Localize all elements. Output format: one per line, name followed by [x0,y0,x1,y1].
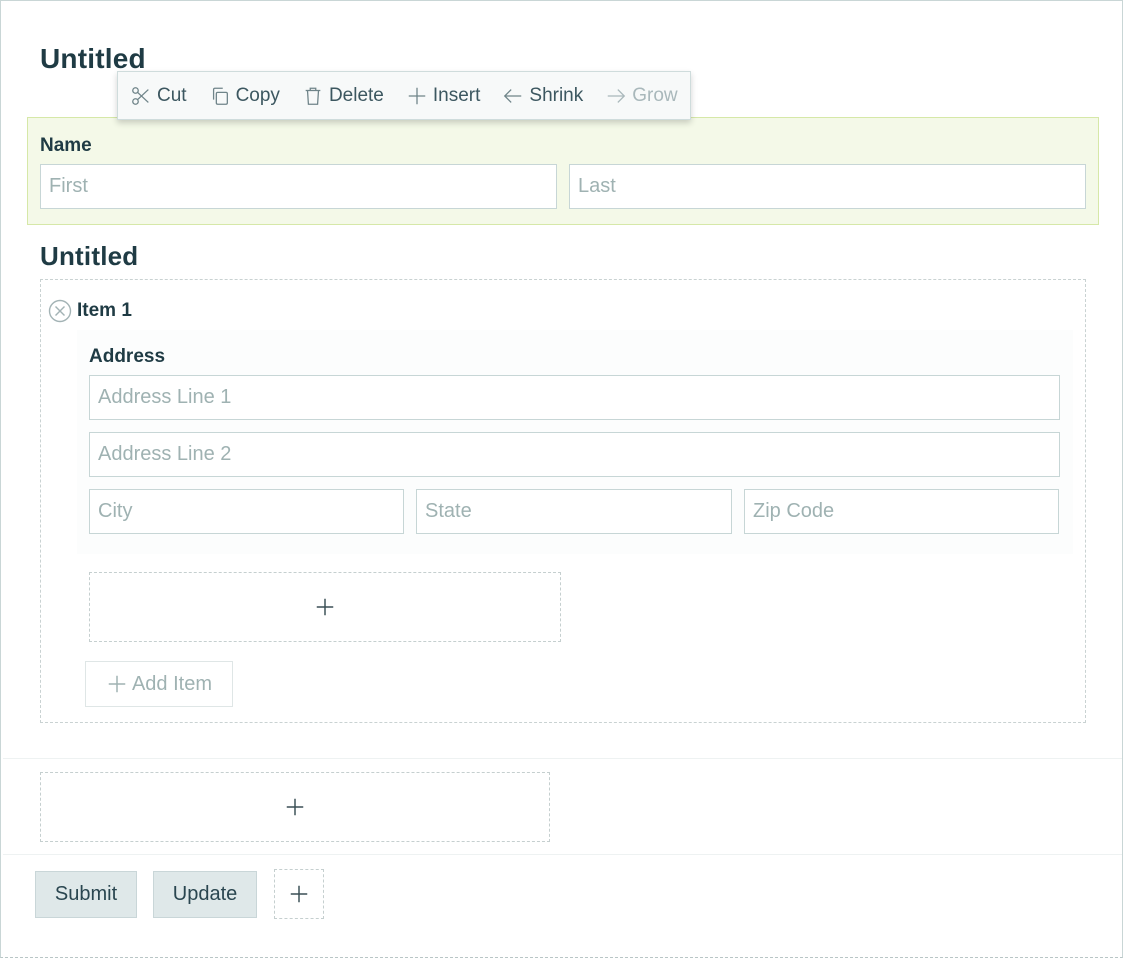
plus-icon [316,598,334,616]
divider [3,854,1122,855]
cut-label: Cut [157,84,187,106]
first-name-input[interactable]: First [40,164,557,209]
grow-label: Grow [632,84,678,106]
add-field-dropzone[interactable] [89,572,561,642]
address-line1-placeholder: Address Line 1 [98,386,232,408]
city-input[interactable]: City [89,489,404,534]
zip-code-placeholder: Zip Code [753,500,835,522]
name-label: Name [40,135,92,156]
plus-icon [286,798,304,816]
section-title: Untitled [40,241,139,271]
address-line2-input[interactable]: Address Line 2 [89,432,1060,477]
state-placeholder: State [425,500,472,522]
cut-button[interactable]: Cut [130,85,187,107]
form-builder-canvas: Untitled Cut Copy Delete Insert Shrink G… [0,0,1123,958]
remove-item-button[interactable] [48,299,72,323]
trash-icon [305,87,321,105]
delete-label: Delete [328,84,384,106]
grow-button[interactable]: Grow [605,84,678,107]
shrink-button[interactable]: Shrink [502,85,583,107]
copy-label: Copy [235,84,280,106]
zip-code-input[interactable]: Zip Code [744,489,1059,534]
address-line2-placeholder: Address Line 2 [98,443,232,465]
update-button[interactable]: Update [153,871,257,918]
submit-button[interactable]: Submit [35,871,137,918]
address-label: Address [89,346,166,367]
plus-icon [290,885,308,903]
scissors-icon [132,86,149,105]
delete-button[interactable]: Delete [302,85,384,107]
element-toolbar: Cut Copy Delete Insert Shrink Grow [117,71,691,120]
add-item-button[interactable]: Add Item [85,661,233,707]
insert-label: Insert [432,84,481,106]
shrink-label: Shrink [529,84,584,106]
add-item-label: Add Item [131,672,213,695]
insert-button[interactable]: Insert [406,84,481,107]
copy-button[interactable]: Copy [209,85,280,107]
add-button-dropzone[interactable] [274,869,324,919]
plus-icon [408,87,426,104]
city-placeholder: City [98,500,133,522]
copy-icon [212,87,228,105]
arrow-left-icon [504,88,522,103]
state-input[interactable]: State [416,489,732,534]
address-line1-input[interactable]: Address Line 1 [89,375,1060,420]
last-name-input[interactable]: Last [569,164,1086,209]
last-name-placeholder: Last [578,175,616,197]
divider [3,758,1122,759]
item-title: Item 1 [77,300,132,321]
first-name-placeholder: First [49,175,88,197]
arrow-right-icon [608,88,626,103]
close-circle-icon [48,299,72,323]
plus-icon [108,675,126,693]
add-section-dropzone[interactable] [40,772,550,842]
